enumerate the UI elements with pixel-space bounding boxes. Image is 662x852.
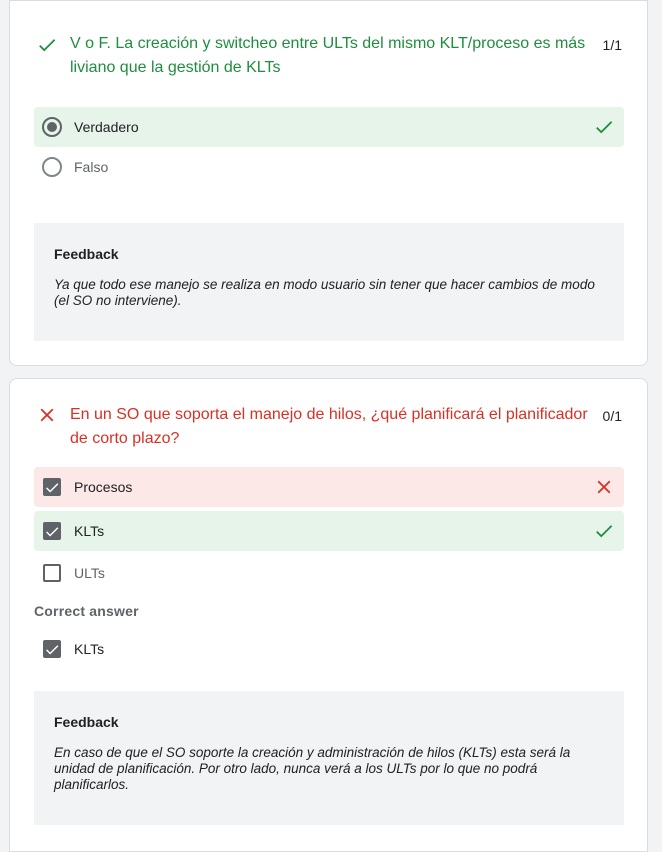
close-icon xyxy=(597,480,611,494)
checkmark-icon xyxy=(46,527,59,537)
option-ults[interactable]: ULTs xyxy=(34,553,624,593)
option-procesos[interactable]: Procesos xyxy=(34,467,624,507)
option-label: Falso xyxy=(74,159,109,175)
question-title: En un SO que soporta el manejo de hilos,… xyxy=(70,406,588,447)
option-label: Procesos xyxy=(74,479,133,495)
question-title: V o F. La creación y switcheo entre ULTs… xyxy=(70,35,586,76)
correct-answer-klts: KLTs xyxy=(34,629,624,669)
checkmark-icon xyxy=(46,483,59,493)
checkbox[interactable] xyxy=(43,564,61,582)
option-falso[interactable]: Falso xyxy=(34,147,624,187)
question-score: 1/1 xyxy=(602,37,622,53)
question-card-2: En un SO que soporta el manejo de hilos,… xyxy=(9,378,648,852)
feedback-text: Ya que todo ese manejo se realiza en mod… xyxy=(54,277,595,308)
checkbox[interactable] xyxy=(43,522,61,540)
option-verdadero[interactable]: Verdadero xyxy=(34,107,624,147)
option-label: KLTs xyxy=(74,641,105,657)
option-label: Verdadero xyxy=(74,119,139,135)
check-icon xyxy=(39,39,56,52)
feedback-title: Feedback xyxy=(54,714,119,730)
close-icon xyxy=(40,408,54,422)
correct-answer-label: Correct answer xyxy=(34,603,139,619)
check-icon xyxy=(596,121,613,134)
question-card-1: V o F. La creación y switcheo entre ULTs… xyxy=(9,0,648,366)
feedback-text: En caso de que el SO soporte la creación… xyxy=(54,745,571,792)
checkmark-icon xyxy=(46,645,59,655)
option-label: ULTs xyxy=(74,565,105,581)
option-klts[interactable]: KLTs xyxy=(34,511,624,551)
feedback-box: Feedback En caso de que el SO soporte la… xyxy=(34,691,624,825)
question-score: 0/1 xyxy=(602,408,622,424)
radio-button[interactable] xyxy=(42,117,62,137)
checkbox xyxy=(43,640,61,658)
option-label: KLTs xyxy=(74,523,105,539)
radio-button[interactable] xyxy=(42,157,62,177)
feedback-box: Feedback Ya que todo ese manejo se reali… xyxy=(34,223,624,341)
check-icon xyxy=(596,525,613,538)
checkbox[interactable] xyxy=(43,478,61,496)
feedback-title: Feedback xyxy=(54,246,119,262)
